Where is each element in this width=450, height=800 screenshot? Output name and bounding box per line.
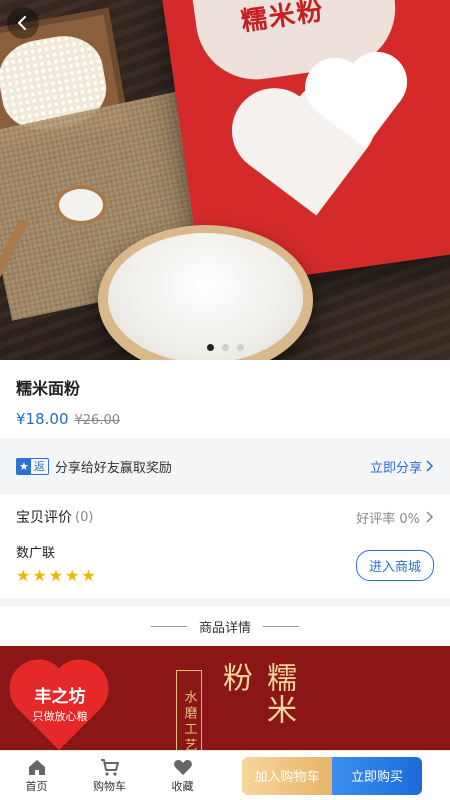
product-image-carousel[interactable]: 糯米粉	[0, 0, 450, 360]
buy-now-button[interactable]: 立即购买	[332, 756, 422, 795]
spoon-image	[55, 185, 107, 225]
carousel-dot[interactable]	[221, 344, 229, 351]
original-price: ¥26.00	[74, 413, 121, 428]
divider	[150, 625, 187, 627]
tab-home-label: 首页	[25, 780, 48, 793]
tab-home[interactable]: 首页	[0, 757, 73, 794]
share-now-label: 立即分享	[369, 460, 422, 476]
bottom-action-bar: 首页 购物车 收藏 加入购物车 立即购买	[0, 750, 450, 800]
chevron-left-icon	[18, 16, 26, 30]
details-heading: 商品详情	[0, 606, 450, 646]
chevron-right-icon	[426, 460, 434, 472]
star-icon: ★	[65, 566, 80, 585]
review-count: (0)	[75, 509, 94, 525]
home-icon	[28, 760, 45, 775]
carousel-indicator	[0, 344, 450, 351]
detail-banner-image: 丰之坊 只做放心粮 水磨工艺 糯米粉	[0, 646, 450, 756]
share-now-link[interactable]: 立即分享	[370, 457, 434, 476]
rebate-badge: ★ 返	[16, 457, 49, 475]
tab-cart[interactable]: 购物车	[73, 757, 146, 794]
shop-rating: ★ ★ ★ ★ ★	[16, 566, 96, 585]
shop-row: 数广联 ★ ★ ★ ★ ★ 进入商城	[16, 540, 434, 585]
heart-icon	[173, 759, 192, 775]
star-icon: ★	[16, 566, 31, 585]
price-row: ¥18.00 ¥26.00	[16, 410, 434, 428]
product-title: 糯米面粉	[16, 379, 81, 398]
banner-product-name: 糯米粉	[217, 662, 296, 726]
share-bar[interactable]: ★ 返 分享给好友赢取奖励 立即分享	[0, 446, 450, 486]
brand-logo: 丰之坊 只做放心粮	[14, 664, 104, 754]
tab-favorite[interactable]: 收藏	[146, 757, 219, 794]
purchase-buttons: 加入购物车 立即购买	[242, 756, 422, 795]
tab-cart-label: 购物车	[93, 780, 126, 793]
star-icon: ★	[81, 566, 96, 585]
review-row[interactable]: 宝贝评价 (0) 好评率 0%	[16, 494, 434, 540]
flour-image	[108, 233, 303, 360]
brand-logo-text: 丰之坊	[34, 687, 86, 707]
star-icon: ★	[48, 566, 64, 585]
product-info: 糯米面粉 ¥18.00 ¥26.00	[0, 360, 450, 438]
chevron-right-icon	[426, 511, 434, 523]
cart-icon	[100, 759, 119, 776]
details-heading-label: 商品详情	[198, 620, 251, 636]
carousel-dot[interactable]	[206, 344, 214, 351]
share-reward-text: 分享给好友赢取奖励	[54, 460, 172, 476]
shop-info: 数广联 ★ ★ ★ ★ ★	[16, 540, 96, 585]
star-icon: ★	[17, 458, 31, 474]
back-button[interactable]	[7, 7, 39, 39]
current-price: ¥18.00	[16, 410, 69, 428]
carousel-dot[interactable]	[236, 344, 244, 351]
process-label: 水磨工艺	[176, 670, 202, 756]
enter-shop-button[interactable]: 进入商城	[355, 550, 434, 581]
review-label: 宝贝评价	[16, 510, 72, 526]
good-rate: 好评率 0%	[356, 508, 434, 527]
good-rate-text: 好评率 0%	[356, 511, 420, 527]
add-to-cart-button[interactable]: 加入购物车	[242, 756, 332, 795]
tab-favorite-label: 收藏	[171, 780, 194, 793]
review-shop-card: 宝贝评价 (0) 好评率 0% 数广联 ★ ★ ★ ★ ★ 进入商城	[0, 494, 450, 598]
star-icon: ★	[32, 566, 47, 585]
divider	[263, 625, 299, 627]
shop-name: 数广联	[16, 546, 56, 561]
brand-slogan: 只做放心粮	[32, 710, 88, 723]
rebate-badge-text: 返	[33, 460, 45, 473]
